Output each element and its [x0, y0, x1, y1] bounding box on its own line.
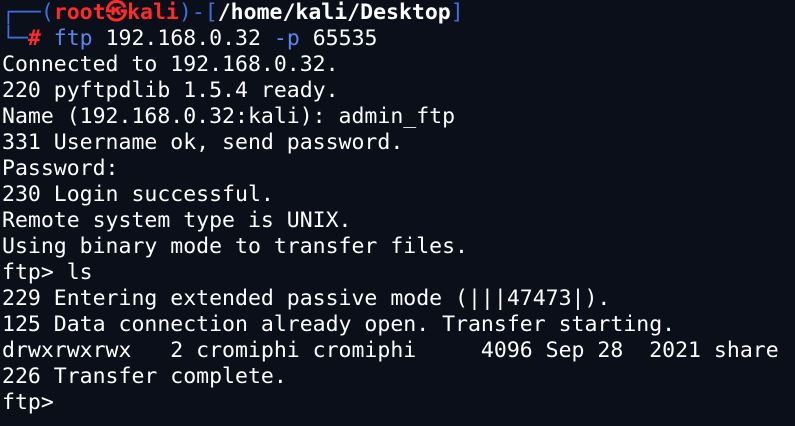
- output-line: 125 Data connection already open. Transf…: [2, 312, 676, 337]
- prompt-path: /home/kali/Desktop: [217, 0, 451, 25]
- prompt-line-command: └─# ftp 192.168.0.32 -p 65535: [0, 26, 795, 52]
- output-line: 220 pyftpdlib 1.5.4 ready.: [2, 78, 339, 103]
- output-line: drwxrwxrwx 2 cromiphi cromiphi 4096 Sep …: [2, 338, 779, 363]
- output-line: Name (192.168.0.32:kali): admin_ftp: [2, 104, 456, 129]
- output-line: Connected to 192.168.0.32.: [2, 52, 339, 77]
- output-line: Password:: [2, 156, 119, 181]
- command-arg-ip: 192.168.0.32: [105, 26, 261, 51]
- prompt-hash: #: [27, 26, 41, 51]
- prompt-skull-icon: ㉿: [105, 0, 128, 25]
- prompt-user: root: [53, 0, 106, 25]
- command-arg-port: 65535: [312, 26, 378, 51]
- prompt-paren-close: ): [178, 0, 192, 25]
- output-line: 230 Login successful.: [2, 182, 274, 207]
- output-line: Remote system type is UNIX.: [2, 208, 352, 233]
- prompt-bracket-close: ]: [450, 0, 464, 25]
- output-line: 331 Username ok, send password.: [2, 130, 404, 155]
- output-line: 229 Entering extended passive mode (|||4…: [2, 286, 611, 311]
- prompt-paren-open: (: [40, 0, 54, 25]
- output-line: Using binary mode to transfer files.: [2, 234, 468, 259]
- command-arg-flag: -p: [273, 26, 300, 51]
- prompt-corner-top: ┌──: [2, 0, 41, 25]
- ftp-input-prompt[interactable]: ftp>: [0, 390, 795, 416]
- prompt-bracket-open: [: [204, 0, 218, 25]
- prompt-line-top: ┌──(root㉿kali)-[/home/kali/Desktop]: [0, 0, 795, 26]
- output-line: ftp> ls: [2, 260, 93, 285]
- output-line: 226 Transfer complete.: [2, 364, 287, 389]
- terminal-window[interactable]: ┌──(root㉿kali)-[/home/kali/Desktop] └─# …: [0, 0, 795, 426]
- command-name: ftp: [53, 26, 93, 51]
- prompt-corner-bottom: └─: [2, 26, 28, 51]
- prompt-dash: -: [191, 0, 205, 25]
- prompt-host: kali: [127, 0, 179, 25]
